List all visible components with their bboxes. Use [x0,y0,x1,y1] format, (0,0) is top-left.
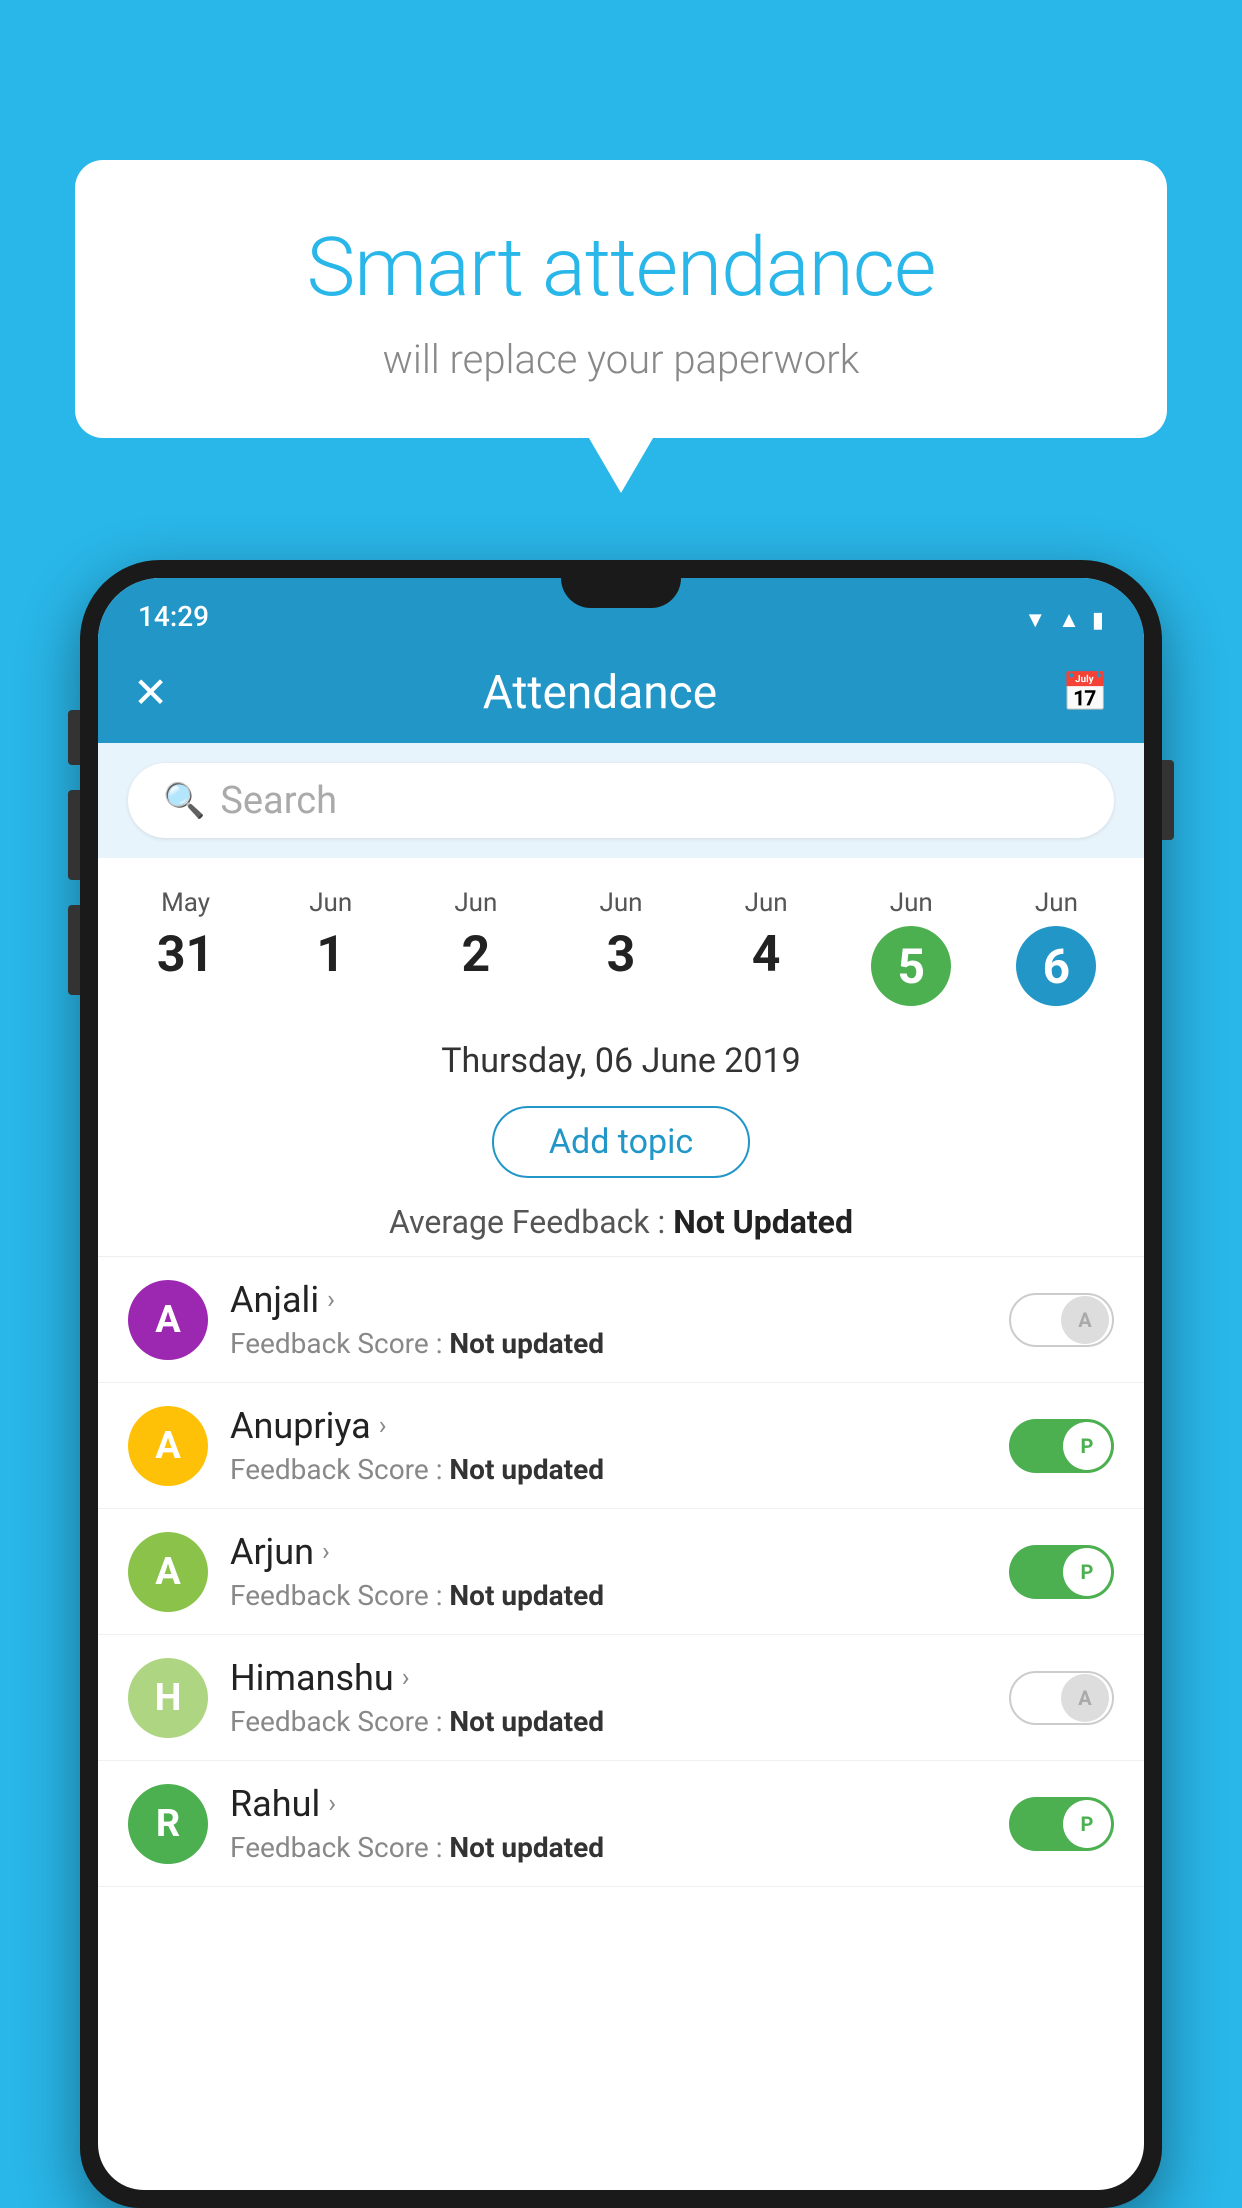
search-icon: 🔍 [163,781,205,821]
student-item-rahul[interactable]: R Rahul › Feedback Score : Not updated P [98,1761,1144,1887]
close-icon[interactable]: ✕ [133,668,168,718]
speech-bubble: Smart attendance will replace your paper… [75,160,1167,438]
wifi-icon: ▼ [1024,607,1046,633]
date-jun1[interactable]: Jun 1 [258,878,403,994]
student-item-himanshu[interactable]: H Himanshu › Feedback Score : Not update… [98,1635,1144,1761]
date-jun5[interactable]: Jun 5 [839,878,984,1016]
date-may31[interactable]: May 31 [113,878,258,994]
power-button [1162,760,1174,840]
student-info-himanshu: Himanshu › Feedback Score : Not updated [230,1657,987,1738]
signal-icon: ▲ [1058,607,1080,633]
status-time: 14:29 [138,600,209,633]
avatar-rahul: R [128,1784,208,1864]
phone-screen: 14:29 ▼ ▲ ▮ ✕ Attendance 📅 🔍 Search May … [98,578,1144,2190]
avatar-himanshu: H [128,1658,208,1738]
date-strip: May 31 Jun 1 Jun 2 Jun 3 Jun 4 Jun [98,858,1144,1026]
app-bar-title: Attendance [168,666,1031,720]
chevron-icon: › [327,1285,335,1315]
avatar-anupriya: A [128,1406,208,1486]
phone-frame: 14:29 ▼ ▲ ▮ ✕ Attendance 📅 🔍 Search May … [80,560,1162,2208]
student-info-anjali: Anjali › Feedback Score : Not updated [230,1279,987,1360]
date-jun4[interactable]: Jun 4 [694,878,839,994]
battery-icon: ▮ [1092,608,1104,633]
student-item-arjun[interactable]: A Arjun › Feedback Score : Not updated P [98,1509,1144,1635]
volume-up-button [68,710,80,765]
status-icons: ▼ ▲ ▮ [1024,607,1104,633]
attendance-toggle-anupriya[interactable]: P [1009,1419,1114,1473]
avatar-anjali: A [128,1280,208,1360]
avatar-arjun: A [128,1532,208,1612]
avg-feedback: Average Feedback : Not Updated [98,1193,1144,1257]
attendance-toggle-himanshu[interactable]: A [1009,1671,1114,1725]
chevron-icon: › [328,1789,336,1819]
student-info-arjun: Arjun › Feedback Score : Not updated [230,1531,987,1612]
app-bar: ✕ Attendance 📅 [98,643,1144,743]
search-input[interactable]: Search [220,779,337,823]
date-jun6[interactable]: Jun 6 [984,878,1129,1016]
add-topic-container: Add topic [98,1096,1144,1193]
search-bar[interactable]: 🔍 Search [128,763,1114,838]
attendance-toggle-rahul[interactable]: P [1009,1797,1114,1851]
student-item-anupriya[interactable]: A Anupriya › Feedback Score : Not update… [98,1383,1144,1509]
bubble-title: Smart attendance [125,220,1117,316]
volume-down-button [68,790,80,880]
student-info-anupriya: Anupriya › Feedback Score : Not updated [230,1405,987,1486]
bubble-subtitle: will replace your paperwork [125,336,1117,383]
calendar-icon[interactable]: 📅 [1062,671,1109,715]
student-item-anjali[interactable]: A Anjali › Feedback Score : Not updated … [98,1257,1144,1383]
chevron-icon: › [322,1537,330,1567]
student-info-rahul: Rahul › Feedback Score : Not updated [230,1783,987,1864]
date-jun3[interactable]: Jun 3 [548,878,693,994]
silent-button [68,905,80,995]
date-header: Thursday, 06 June 2019 [98,1026,1144,1096]
add-topic-button[interactable]: Add topic [492,1106,750,1178]
chevron-icon: › [402,1663,410,1693]
attendance-toggle-arjun[interactable]: P [1009,1545,1114,1599]
student-list: A Anjali › Feedback Score : Not updated … [98,1257,1144,1887]
search-bar-container: 🔍 Search [98,743,1144,858]
date-jun2[interactable]: Jun 2 [403,878,548,994]
chevron-icon: › [379,1411,387,1441]
attendance-toggle-anjali[interactable]: A [1009,1293,1114,1347]
phone-notch [561,578,681,608]
